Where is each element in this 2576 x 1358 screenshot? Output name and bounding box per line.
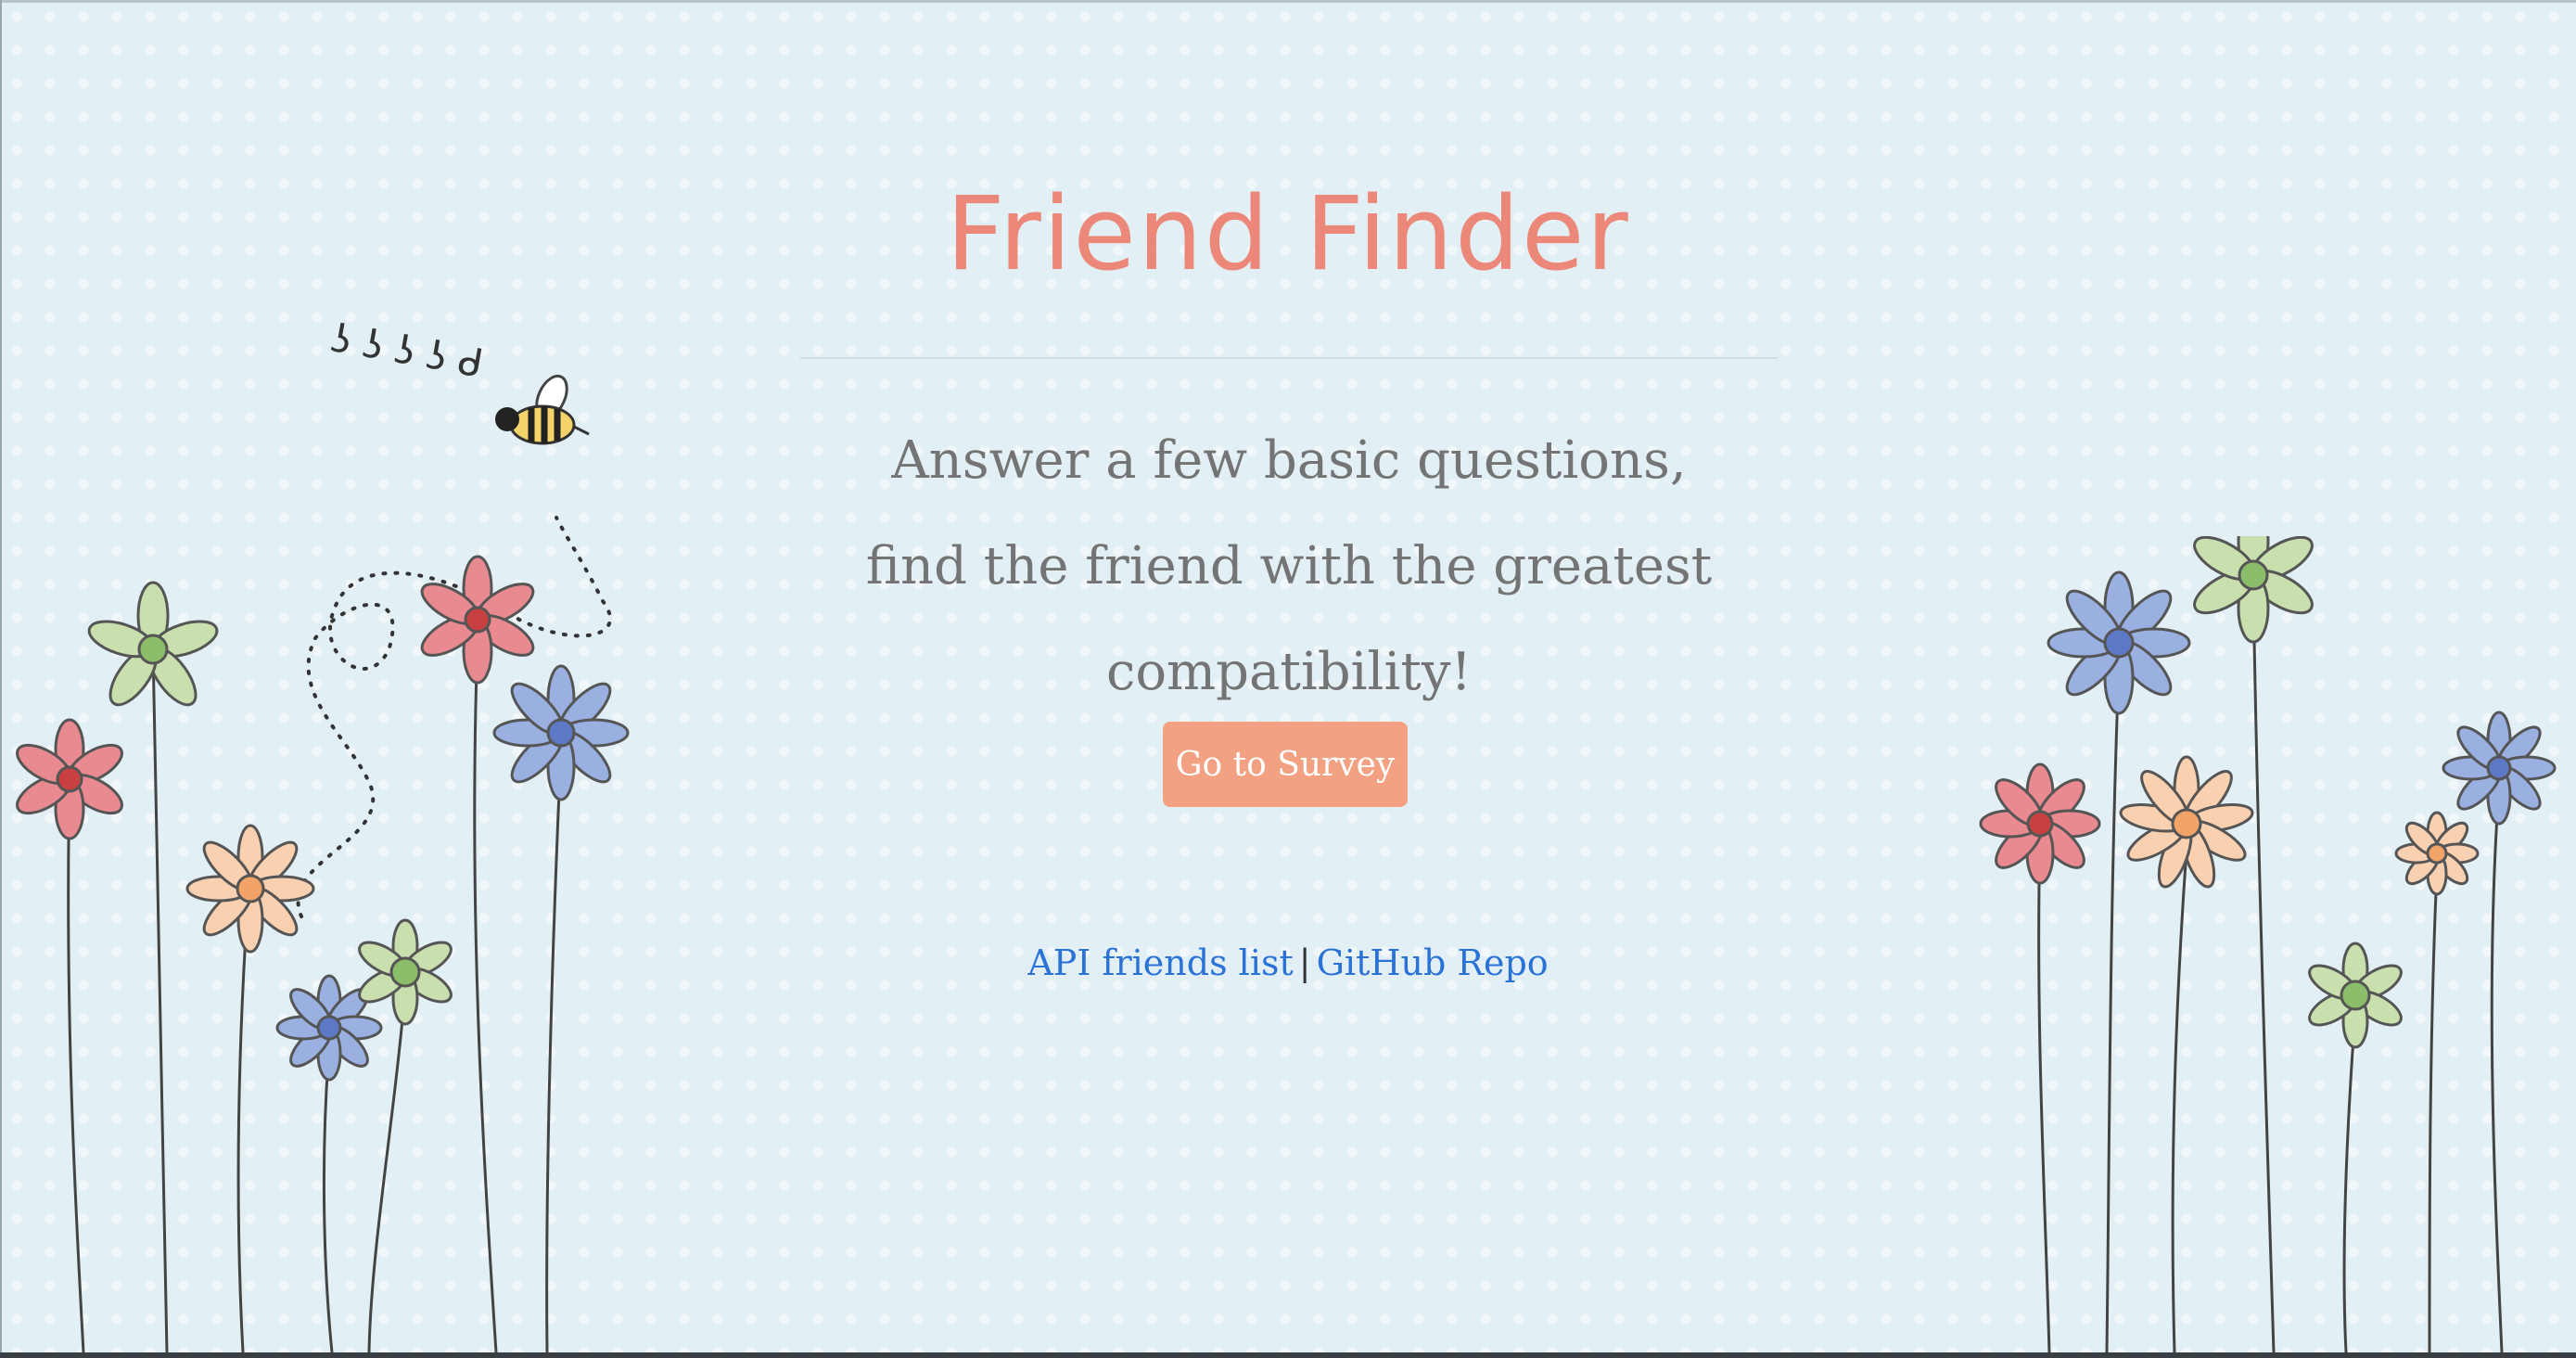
bee-icon [495, 374, 590, 445]
page-tagline: Answer a few basic questions, find the f… [865, 430, 1713, 702]
github-repo-link[interactable]: GitHub Repo [1317, 942, 1549, 983]
window-left-edge [0, 0, 2, 1358]
left-flower-garden-illustration: ʖ ʖ ʖ ʖ ᑯ [16, 315, 630, 1352]
footer-links: API friends list | GitHub Repo [0, 942, 2576, 983]
title-divider [800, 357, 1778, 359]
go-to-survey-button[interactable]: Go to Survey [1163, 722, 1408, 807]
svg-text:ʖ ʖ ʖ ʖ ᑯ: ʖ ʖ ʖ ʖ ᑯ [327, 315, 487, 387]
window-top-border [0, 0, 2576, 3]
link-separator: | [1298, 942, 1311, 983]
window-bottom-border [0, 1352, 2576, 1358]
page-title: Friend Finder [946, 174, 1630, 293]
api-friends-list-link[interactable]: API friends list [1027, 942, 1293, 983]
